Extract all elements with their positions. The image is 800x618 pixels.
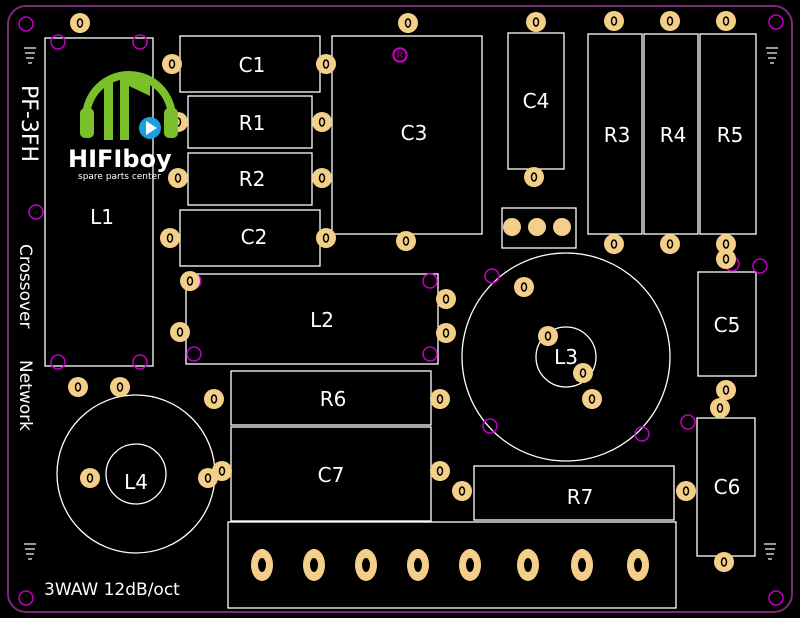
diode-pad (503, 218, 521, 236)
board-description-line1: Crossover (15, 244, 35, 329)
terminal-hole (362, 558, 370, 572)
label-r4: R4 (660, 123, 687, 147)
solder-pad (716, 11, 736, 31)
solder-pad (660, 234, 680, 254)
solder-pad (312, 112, 332, 132)
solder-pad (316, 54, 336, 74)
solder-pad (68, 377, 88, 397)
solder-pad (110, 377, 130, 397)
solder-pad (716, 380, 736, 400)
solder-pad (430, 461, 450, 481)
solder-pad (160, 228, 180, 248)
diode-pad (528, 218, 546, 236)
solder-pad (204, 389, 224, 409)
solder-pad (436, 323, 456, 343)
label-c1: C1 (239, 53, 266, 77)
solder-pad (436, 289, 456, 309)
terminal-hole (310, 558, 318, 572)
logo-tagline: spare parts center (78, 172, 161, 182)
label-c2: C2 (241, 225, 268, 249)
label-l2: L2 (310, 308, 334, 332)
solder-pad (538, 326, 558, 346)
solder-pad (604, 234, 624, 254)
solder-pad (676, 481, 696, 501)
board-model: PF-3FH (16, 85, 41, 162)
label-r3: R3 (604, 123, 631, 147)
label-r7: R7 (567, 485, 594, 509)
label-r1: R1 (239, 111, 266, 135)
solder-pad (526, 12, 546, 32)
solder-pad (80, 468, 100, 488)
solder-pad (162, 54, 182, 74)
solder-pad (396, 231, 416, 251)
diode-pad (553, 218, 571, 236)
label-l4: L4 (124, 470, 148, 494)
logo-brand: HIFIboy (68, 145, 172, 173)
terminal-hole (414, 558, 422, 572)
terminal-hole (578, 558, 586, 572)
label-r6: R6 (320, 387, 347, 411)
solder-pad (716, 249, 736, 269)
label-c4: C4 (523, 89, 550, 113)
solder-pad (70, 13, 90, 33)
solder-pad (710, 398, 730, 418)
label-r5: R5 (717, 123, 744, 147)
solder-pad (430, 389, 450, 409)
label-c7: C7 (318, 463, 345, 487)
label-c3: C3 (401, 121, 428, 145)
board-marker-r: R (397, 51, 403, 61)
solder-pad (170, 322, 190, 342)
pcb-board: C1 R1 R2 C2 C3 C4 R3 R4 R5 L1 L2 L3 C5 R… (0, 0, 800, 618)
solder-pad (398, 13, 418, 33)
terminal-hole (258, 558, 266, 572)
solder-pad (514, 277, 534, 297)
board-spec: 3WAW 12dB/oct (44, 580, 180, 600)
label-l1: L1 (90, 205, 114, 229)
solder-pad (714, 552, 734, 572)
label-c6: C6 (714, 475, 741, 499)
solder-pad (660, 11, 680, 31)
solder-pad (316, 228, 336, 248)
terminal-hole (466, 558, 474, 572)
solder-pad (312, 168, 332, 188)
terminal-hole (634, 558, 642, 572)
solder-pad (582, 389, 602, 409)
board-description-line2: Network (15, 360, 35, 431)
solder-pad (604, 11, 624, 31)
terminal-hole (524, 558, 532, 572)
label-l3: L3 (554, 345, 578, 369)
solder-pad (212, 461, 232, 481)
label-c5: C5 (714, 313, 741, 337)
solder-pad (452, 481, 472, 501)
solder-pad (180, 271, 200, 291)
label-r2: R2 (239, 167, 266, 191)
solder-pad (524, 167, 544, 187)
